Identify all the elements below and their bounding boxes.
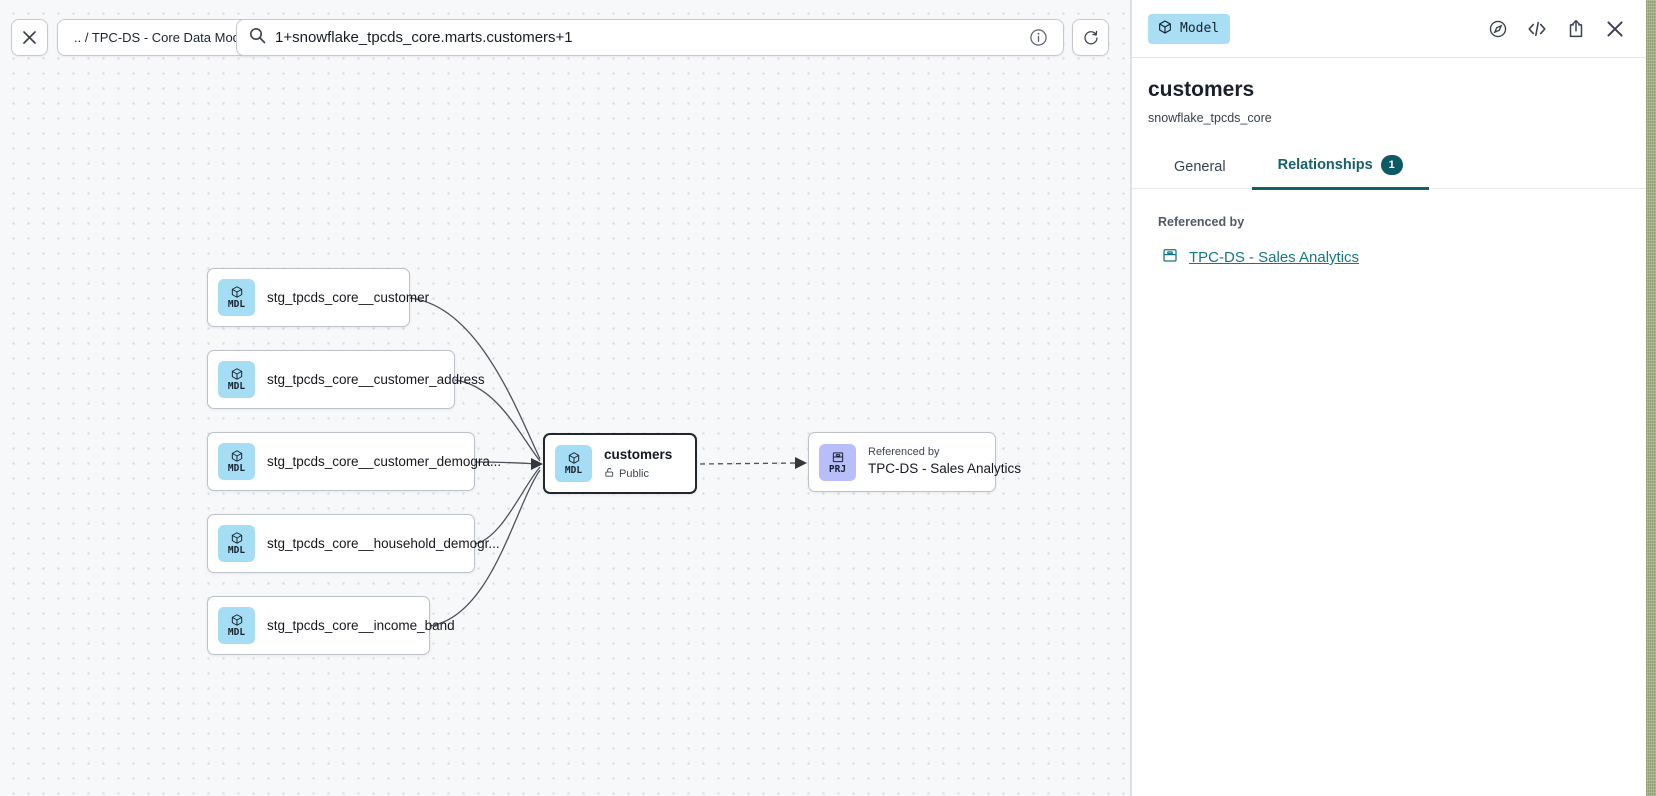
cube-icon bbox=[230, 613, 244, 627]
node-label: stg_tpcds_core__customer_address bbox=[267, 372, 485, 387]
explore-icon[interactable] bbox=[1485, 16, 1511, 42]
breadcrumb-label: .. / TPC-DS - Core Data Models bbox=[74, 30, 257, 45]
node-stg-tpcds-core-household-demographics[interactable]: MDL stg_tpcds_core__household_demogr... bbox=[207, 514, 475, 573]
info-icon[interactable] bbox=[1025, 25, 1051, 51]
archive-icon bbox=[1161, 246, 1179, 269]
model-badge-label: MDL bbox=[228, 300, 245, 310]
node-label: stg_tpcds_core__customer bbox=[267, 290, 429, 305]
model-badge: MDL bbox=[218, 443, 255, 480]
node-stg-tpcds-core-customer-address[interactable]: MDL stg_tpcds_core__customer_address bbox=[207, 350, 455, 409]
model-badge-label: MDL bbox=[228, 628, 245, 638]
model-badge: MDL bbox=[218, 607, 255, 644]
search-input[interactable] bbox=[275, 29, 1025, 46]
project-badge: PRJ bbox=[819, 444, 856, 481]
cube-icon bbox=[230, 449, 244, 463]
search-icon bbox=[249, 27, 266, 49]
detail-panel: Model customers snowflake_tpcds_core bbox=[1131, 0, 1646, 796]
page-title: customers bbox=[1148, 78, 1628, 102]
lineage-search bbox=[236, 19, 1064, 56]
node-customers-selected[interactable]: MDL customers Public bbox=[543, 433, 697, 494]
tab-general[interactable]: General bbox=[1148, 159, 1252, 188]
node-label: stg_tpcds_core__income_band bbox=[267, 618, 455, 633]
resource-type-badge: Model bbox=[1148, 14, 1230, 44]
access-label: Public bbox=[619, 468, 649, 480]
lock-open-icon bbox=[604, 467, 615, 481]
desktop-wallpaper-strip bbox=[1646, 0, 1656, 796]
panel-header: Model bbox=[1132, 0, 1646, 58]
cube-icon bbox=[1157, 19, 1173, 39]
cube-icon bbox=[230, 285, 244, 299]
node-title: TPC-DS - Sales Analytics bbox=[868, 461, 1021, 476]
referenced-by-link[interactable]: TPC-DS - Sales Analytics bbox=[1189, 249, 1359, 266]
model-badge-label: MDL bbox=[228, 382, 245, 392]
model-badge: MDL bbox=[218, 361, 255, 398]
model-badge-label: MDL bbox=[228, 464, 245, 474]
tab-general-label: General bbox=[1174, 159, 1226, 175]
model-badge: MDL bbox=[555, 445, 592, 482]
node-stg-tpcds-core-income-band[interactable]: MDL stg_tpcds_core__income_band bbox=[207, 596, 430, 655]
node-stg-tpcds-core-customer[interactable]: MDL stg_tpcds_core__customer bbox=[207, 268, 410, 327]
project-subtitle: snowflake_tpcds_core bbox=[1148, 111, 1628, 125]
node-title: customers bbox=[604, 447, 672, 462]
model-badge-label: MDL bbox=[228, 546, 245, 556]
node-stg-tpcds-core-customer-demographics[interactable]: MDL stg_tpcds_core__customer_demogra... bbox=[207, 432, 475, 491]
node-referenced-by-project[interactable]: PRJ Referenced by TPC-DS - Sales Analyti… bbox=[808, 432, 996, 492]
panel-tabs: General Relationships 1 bbox=[1132, 147, 1646, 189]
model-badge: MDL bbox=[218, 525, 255, 562]
archive-icon bbox=[831, 450, 845, 464]
code-icon[interactable] bbox=[1524, 16, 1550, 42]
cube-icon bbox=[230, 531, 244, 545]
share-icon[interactable] bbox=[1563, 16, 1589, 42]
model-badge: MDL bbox=[218, 279, 255, 316]
tab-relationships[interactable]: Relationships 1 bbox=[1252, 155, 1429, 188]
cube-icon bbox=[567, 451, 581, 465]
referenced-by-section-label: Referenced by bbox=[1132, 189, 1646, 229]
node-kicker: Referenced by bbox=[868, 446, 1021, 458]
lineage-edges bbox=[0, 0, 1131, 796]
tab-relationships-label: Relationships bbox=[1278, 157, 1373, 173]
referenced-by-item: TPC-DS - Sales Analytics bbox=[1132, 229, 1646, 269]
model-badge-label: MDL bbox=[565, 466, 582, 476]
close-lineage-button[interactable] bbox=[11, 19, 48, 56]
refresh-button[interactable] bbox=[1072, 19, 1109, 56]
project-badge-label: PRJ bbox=[829, 465, 846, 475]
lineage-app: .. / TPC-DS - Core Data Models MDL stg_t… bbox=[0, 0, 1656, 796]
node-label: stg_tpcds_core__customer_demogra... bbox=[267, 454, 501, 469]
relationships-count-badge: 1 bbox=[1381, 155, 1403, 175]
node-label: stg_tpcds_core__household_demogr... bbox=[267, 536, 500, 551]
resource-type-label: Model bbox=[1180, 21, 1219, 36]
refresh-icon bbox=[1082, 29, 1100, 47]
cube-icon bbox=[230, 367, 244, 381]
close-panel-icon[interactable] bbox=[1602, 16, 1628, 42]
close-icon bbox=[22, 30, 37, 45]
lineage-canvas[interactable]: .. / TPC-DS - Core Data Models MDL stg_t… bbox=[0, 0, 1131, 796]
